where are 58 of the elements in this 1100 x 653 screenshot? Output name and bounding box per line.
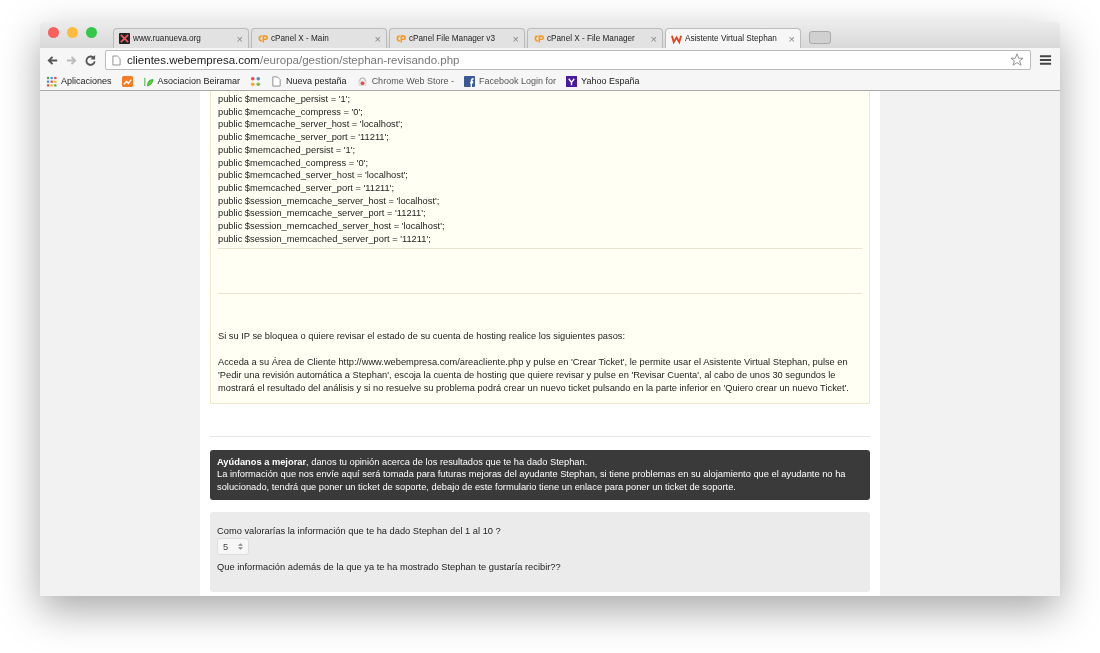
leaf-icon <box>142 75 154 87</box>
close-icon[interactable]: × <box>788 32 795 45</box>
bookmark[interactable]: Nueva pestaña <box>271 75 347 87</box>
code-line: public $session_memcached_server_port = '11211'; <box>218 232 432 246</box>
browser-tab[interactable]: cPanel X - Main × <box>251 28 387 48</box>
new-tab-button[interactable] <box>809 31 831 44</box>
page-icon <box>112 54 121 66</box>
star-icon[interactable] <box>1010 53 1024 67</box>
browser-tab[interactable]: cPanel X - File Manager × <box>527 28 663 48</box>
puzzle-icon <box>250 75 262 87</box>
store-icon <box>356 75 368 87</box>
w-icon <box>671 33 682 44</box>
browser-tab[interactable]: cPanel File Manager v3 × <box>389 28 525 48</box>
menu-icon[interactable] <box>1039 54 1052 66</box>
instruction-text: Acceda a su Área de Cliente http://www.webempresa.com/areacliente.php y pulse en 'Crear Ticket', le permite usar el Asistente Virtual Stephan, pulse en 'Pedir una revisión automática a Stephan', escoja la cuenta de hosting que quiere revisar y pulse en 'Revisar Cuenta', al cabo de unos 30 segundos le mostrará el resultado del análisis y si no resuelve su problema podrá crear un nuevo ticket pulsando en la parte inferior en 'Quiero crear un nuevo Ticket'. <box>218 356 850 395</box>
bookmark[interactable]: Yahoo España <box>566 75 640 87</box>
bookmark[interactable]: Chrome Web Store - <box>356 75 454 87</box>
rating-select[interactable]: 5 <box>217 538 249 555</box>
notice-text: La información que nos envíe aquí será tomada para futuras mejoras del ayudante Stephan, si tiene problemas en su alojamiento que el ayudante no ha solucionado, tendrá que poner un ticket de soporte, debajo de este formulario tiene un enlace para poner un ticket de soporte. <box>217 468 847 494</box>
notice-text: Ayúdanos a mejorar, danos tu opinión acerca de los resultados que te ha dado Stephan. <box>217 455 589 469</box>
bookmark[interactable] <box>250 75 262 87</box>
code-line: public $session_memcache_server_port = '11211'; <box>218 207 427 221</box>
instruction-text: Si su IP se bloquea o quiere revisar el estado de su cuenta de hosting realice los siguientes pasos: <box>218 330 627 344</box>
facebook-icon <box>464 75 475 87</box>
close-icon[interactable] <box>48 26 59 38</box>
code-line: public $memcache_server_port = '11211'; <box>218 131 390 144</box>
question-label: Que información además de la que ya te ha mostrado Stephan te gustaría recibir?? <box>217 562 562 572</box>
back-icon[interactable] <box>46 53 59 67</box>
forward-icon[interactable] <box>65 53 78 67</box>
bookmark[interactable]: Aplicaciones <box>46 75 112 87</box>
code-line: public $session_memcached_server_host = 'localhost'; <box>218 220 446 233</box>
minimize-icon[interactable] <box>67 26 78 38</box>
cpanel-icon <box>257 33 268 44</box>
code-line: public $memcache_persist = '1'; <box>218 93 351 106</box>
page-icon <box>271 75 283 87</box>
code-line: public $session_memcache_server_host = 'localhost'; <box>218 194 441 208</box>
cpanel-icon <box>533 33 544 44</box>
cpanel-icon <box>395 33 406 44</box>
reload-icon[interactable] <box>84 53 97 67</box>
address-bar[interactable]: clientes.webempresa.com/europa/gestion/stephan-revisando.php <box>105 50 1031 70</box>
bookmark[interactable]: Facebook Login for <box>464 75 557 87</box>
code-line: public $memcached_server_port = '11211'; <box>218 181 396 195</box>
bookmark[interactable]: Asociacion Beiramar <box>142 75 241 87</box>
code-line: public $memcache_server_host = 'localhost'; <box>218 118 404 132</box>
apps-grid-icon <box>46 75 57 87</box>
zoom-icon[interactable] <box>86 26 97 38</box>
stepper-icon <box>238 542 243 551</box>
code-line: public $memcache_compress = '0'; <box>218 105 364 119</box>
chart-icon <box>121 75 133 87</box>
question-label: Como valorarías la información que te ha dado Stephan del 1 al 10 ? <box>217 526 502 536</box>
site-icon <box>119 33 130 44</box>
code-line: public $memcached_compress = '0'; <box>218 156 370 170</box>
browser-tab[interactable]: Asistente Virtual Stephan × <box>665 28 801 48</box>
code-line: public $memcached_server_host = 'localhost'; <box>218 169 409 182</box>
bookmark[interactable] <box>121 75 133 87</box>
browser-tab[interactable]: www.ruanueva.org × <box>113 28 249 48</box>
code-line: public $memcached_persist = '1'; <box>218 143 357 157</box>
yahoo-icon <box>566 75 578 87</box>
